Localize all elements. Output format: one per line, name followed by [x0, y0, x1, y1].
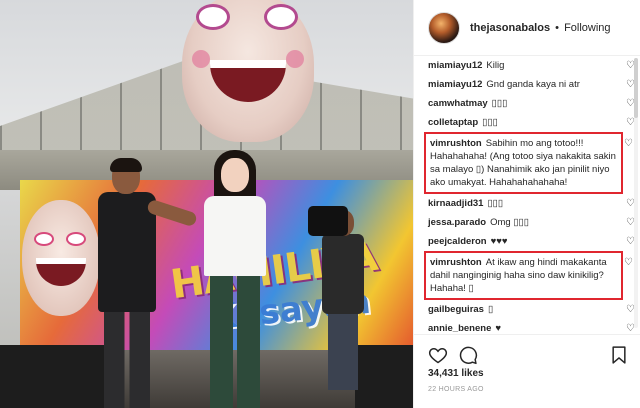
comment-username[interactable]: colletaptap: [428, 117, 478, 128]
comment-text: ▯▯▯: [482, 117, 498, 128]
comment-username[interactable]: annie_benene: [428, 323, 491, 334]
comment-username[interactable]: gailbeguiras: [428, 304, 484, 315]
comment-scrollbar[interactable]: [634, 58, 638, 328]
comment-text: Gnd ganda kaya ni atr: [486, 79, 580, 90]
comment-row: peejcalderon ♥♥♥ ♡: [428, 232, 635, 251]
comment-row: colletaptap ▯▯▯ ♡: [428, 113, 635, 132]
comment-username[interactable]: vimrushton: [430, 138, 482, 149]
comment-highlighted: vimrushton Sabihin mo ang totoo!!! Hahaha…: [424, 132, 633, 194]
comment-username[interactable]: kirnaadjid31: [428, 198, 483, 209]
photo-mask-small: [22, 200, 100, 316]
post-side-panel: thejasonabalos • Following miamiayu12 Kil…: [413, 0, 640, 408]
comment-username[interactable]: miamiayu12: [428, 79, 482, 90]
comment-row: jessa.parado Omg ▯▯▯ ♡: [428, 213, 635, 232]
comment-username[interactable]: jessa.parado: [428, 217, 486, 228]
comment-username[interactable]: peejcalderon: [428, 236, 487, 247]
comment-username[interactable]: miamiayu12: [428, 60, 482, 71]
avatar[interactable]: [428, 11, 460, 44]
small-heart-icon[interactable]: ♡: [624, 139, 633, 149]
separator-dot: •: [555, 21, 559, 34]
follow-button[interactable]: Following: [564, 22, 610, 34]
comment-icon[interactable]: [458, 345, 478, 365]
comment-row: annie_benene ♥ ♡: [428, 319, 635, 334]
photo-person-cameraman: [318, 210, 366, 390]
comment-text: ♥♥♥: [490, 236, 508, 247]
photo-person-man: [92, 158, 198, 408]
comment-row: kirnaadjid31 ▯▯▯ ♡: [428, 194, 635, 213]
post-username[interactable]: thejasonabalos: [470, 22, 550, 34]
comment-username[interactable]: vimrushton: [430, 257, 482, 268]
comment-row: camwhatmay ▯▯▯ ♡: [428, 94, 635, 113]
comment-text: Kilig: [486, 60, 505, 71]
comment-text: Omg ▯▯▯: [490, 217, 530, 228]
bookmark-icon[interactable]: [609, 345, 629, 365]
heart-icon[interactable]: [428, 345, 448, 365]
post-photo[interactable]: HAMILIYA Kasayan: [0, 0, 413, 408]
comment-text: ▯: [487, 304, 494, 315]
small-heart-icon[interactable]: ♡: [624, 258, 633, 268]
photo-camera: [308, 206, 348, 236]
header-text: thejasonabalos • Following: [470, 22, 611, 34]
comment-text: ♥: [495, 323, 501, 334]
comment-row: gailbeguiras ▯ ♡: [428, 300, 635, 319]
post-timestamp[interactable]: 22 HOURS AGO: [428, 386, 484, 393]
comment-highlighted: vimrushton At ikaw ang hindi makakanta da…: [424, 251, 633, 300]
photo-mask-large: [182, 0, 314, 142]
likes-count[interactable]: 34,431 likes: [428, 368, 484, 379]
comment-row: miamiayu12 Kilig ♡: [428, 56, 635, 75]
comment-text: ▯▯▯: [487, 198, 504, 209]
post-header: thejasonabalos • Following: [414, 0, 640, 56]
comment-row: miamiayu12 Gnd ganda kaya ni atr ♡: [428, 75, 635, 94]
scrollbar-thumb[interactable]: [634, 58, 638, 118]
comment-text: ▯▯▯: [491, 98, 508, 109]
comment-list[interactable]: miamiayu12 Kilig ♡ miamiayu12 Gnd ganda kaya…: [414, 56, 640, 334]
photo-person-woman: [200, 150, 270, 408]
comment-username[interactable]: camwhatmay: [428, 98, 488, 109]
